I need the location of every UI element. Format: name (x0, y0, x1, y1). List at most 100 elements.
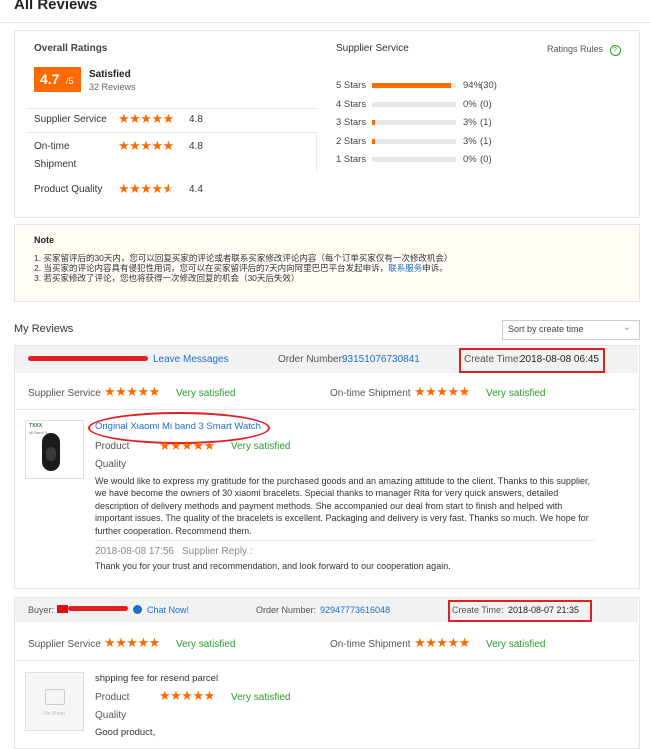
my-reviews-heading: My Reviews (14, 323, 74, 335)
overall-supplier-label: Supplier Service (34, 114, 107, 125)
review-1-reply-text: Thank you for your trust and recommendat… (95, 561, 451, 571)
review-2-divider (15, 660, 638, 661)
image-placeholder-icon (45, 689, 65, 705)
dist-bar-4-stars (372, 101, 456, 107)
review-1-product-label: Product (95, 441, 130, 452)
overall-score: 4.7 (40, 71, 60, 87)
dist-label-2-stars: 2 Stars (336, 135, 367, 147)
dist-bar-2-stars (372, 138, 456, 144)
dist-count-3-stars: (1) (480, 117, 492, 128)
title-divider (0, 22, 650, 23)
review-1-shipment-rating: Very satisfied (486, 388, 546, 399)
review-1-supplier-stars: ★★★★★ (104, 384, 160, 399)
no-photo-label: No Photo (44, 711, 65, 717)
note-line-3: 3. 若买家修改了评论，您也将获得一次修改回复的机会（30天后失效） (34, 273, 300, 283)
chat-icon[interactable] (133, 605, 142, 614)
review-2-shipment-stars: ★★★★★ (414, 635, 470, 650)
overall-review-count: 32 Reviews (89, 82, 136, 92)
review-1-shipment-label: On-time Shipment (330, 388, 411, 399)
ratings-rules-label[interactable]: Ratings Rules (547, 44, 603, 54)
review-1-quality-label: Quality (95, 459, 127, 470)
review-2-supplier-label: Supplier Service (28, 639, 101, 650)
review-2-order-label: Order Number: (256, 605, 317, 615)
ratings-summary-panel (14, 30, 640, 218)
note-line-2-end: 申诉。 (422, 263, 448, 273)
review-2-product-thumbnail[interactable]: No Photo (25, 672, 84, 731)
overall-label: Satisfied (89, 69, 131, 80)
review-1-reply-label: Supplier Reply : (182, 546, 253, 557)
dist-count-1-stars: (0) (480, 154, 492, 165)
dist-label-5-stars: 5 Stars (336, 80, 367, 91)
review-1-body: We would like to express my gratitude fo… (95, 476, 590, 536)
dist-count-5-stars: (30) (480, 80, 497, 91)
review-2-shipment-rating: Very satisfied (486, 639, 546, 650)
dist-pct-2-stars: 3% (463, 135, 477, 147)
smart-band-screen (46, 447, 56, 461)
thumb-caption-1: TXXX (29, 423, 43, 429)
redacted-buyer-1 (28, 356, 148, 361)
overall-divider-1 (28, 108, 316, 109)
review-1-create-label: Create Time: (464, 354, 522, 365)
review-2-create-time: 2018-08-07 21:35 (508, 605, 580, 615)
review-1-product-title[interactable]: Original Xiaomi Mi band 3 Smart Watch (95, 421, 261, 432)
review-2-supplier-stars: ★★★★★ (104, 635, 160, 650)
overall-shipment-label-1: On-time (34, 141, 70, 152)
chevron-down-icon[interactable]: ⌄ (623, 322, 631, 333)
dist-bar-1-stars (372, 157, 456, 162)
review-2-order-number[interactable]: 92947773616048 (320, 605, 390, 615)
review-1-divider (15, 409, 638, 410)
overall-ratings-heading: Overall Ratings (34, 43, 108, 54)
dist-pct-1-stars: 0% (463, 154, 477, 165)
dist-count-4-stars: (0) (480, 98, 492, 110)
dist-bar-fill (372, 83, 451, 88)
review-1-create-time: 2018-08-08 06:45 (520, 354, 599, 365)
overall-shipment-value: 4.8 (189, 141, 203, 152)
supplier-service-heading: Supplier Service (336, 43, 409, 54)
question-icon[interactable]: ? (609, 45, 621, 56)
overall-shipment-side (316, 132, 317, 172)
review-1-reply-date: 2018-08-08 17:56 (95, 546, 174, 557)
review-1-product-stars: ★★★★★ (159, 438, 215, 453)
review-1-supplier-rating: Very satisfied (176, 388, 236, 399)
dist-label-1-stars: 1 Stars (336, 154, 367, 165)
overall-divider-2 (28, 132, 316, 133)
overall-supplier-stars: ★★★★★ (118, 111, 174, 126)
review-1-product-rating: Very satisfied (231, 441, 291, 452)
overall-score-max: /5 (66, 76, 74, 86)
dist-pct-3-stars: 3% (463, 117, 477, 128)
redacted-buyer-2 (68, 606, 128, 611)
overall-score-badge: 4.7 /5 (34, 67, 81, 92)
dist-count-2-stars: (1) (480, 135, 492, 147)
review-1-reply-divider (95, 540, 595, 541)
review-2-product-label: Product (95, 692, 130, 703)
dist-pct-4-stars: 0% (463, 98, 477, 110)
dist-bar-fill (372, 120, 375, 125)
review-2-product-stars: ★★★★★ (159, 688, 215, 703)
note-heading: Note (34, 235, 54, 245)
review-2-product-title[interactable]: shpping fee for resend parcel (95, 673, 218, 684)
overall-shipment-label-2: Shipment (34, 159, 77, 170)
review-1-order-number[interactable]: 93151076730841 (342, 354, 420, 365)
dist-label-4-stars: 4 Stars (336, 98, 367, 110)
sort-select[interactable]: Sort by create time ⌄ (502, 320, 640, 340)
sort-select-value[interactable]: Sort by create time (508, 324, 584, 334)
review-1-shipment-stars: ★★★★★ (414, 384, 470, 399)
overall-supplier-value: 4.8 (189, 114, 203, 125)
overall-quality-label: Product Quality (34, 184, 103, 195)
review-2-buyer-label: Buyer: (28, 605, 55, 615)
overall-quality-value: 4.4 (189, 184, 203, 195)
review-1-product-thumbnail[interactable]: TXXX Mi Band 3 (25, 420, 84, 479)
review-2-product-rating: Very satisfied (231, 692, 291, 703)
dist-bar-3-stars (372, 120, 456, 125)
review-2-body: Good product, (95, 727, 156, 738)
review-1-order-label: Order Number: (278, 354, 345, 365)
review-1-supplier-label: Supplier Service (28, 388, 101, 399)
chat-now-link[interactable]: Chat Now! (147, 605, 189, 615)
review-2-supplier-rating: Very satisfied (176, 639, 236, 650)
dist-bar-fill (372, 138, 375, 144)
overall-quality-stars: ★★★★★ ★ (118, 181, 174, 196)
ratings-rules-link[interactable]: Ratings Rules ? (547, 44, 621, 56)
contact-service-link[interactable]: 联系服务 (388, 263, 422, 273)
dist-label-3-stars: 3 Stars (336, 117, 367, 128)
leave-messages-link[interactable]: Leave Messages (153, 354, 229, 365)
